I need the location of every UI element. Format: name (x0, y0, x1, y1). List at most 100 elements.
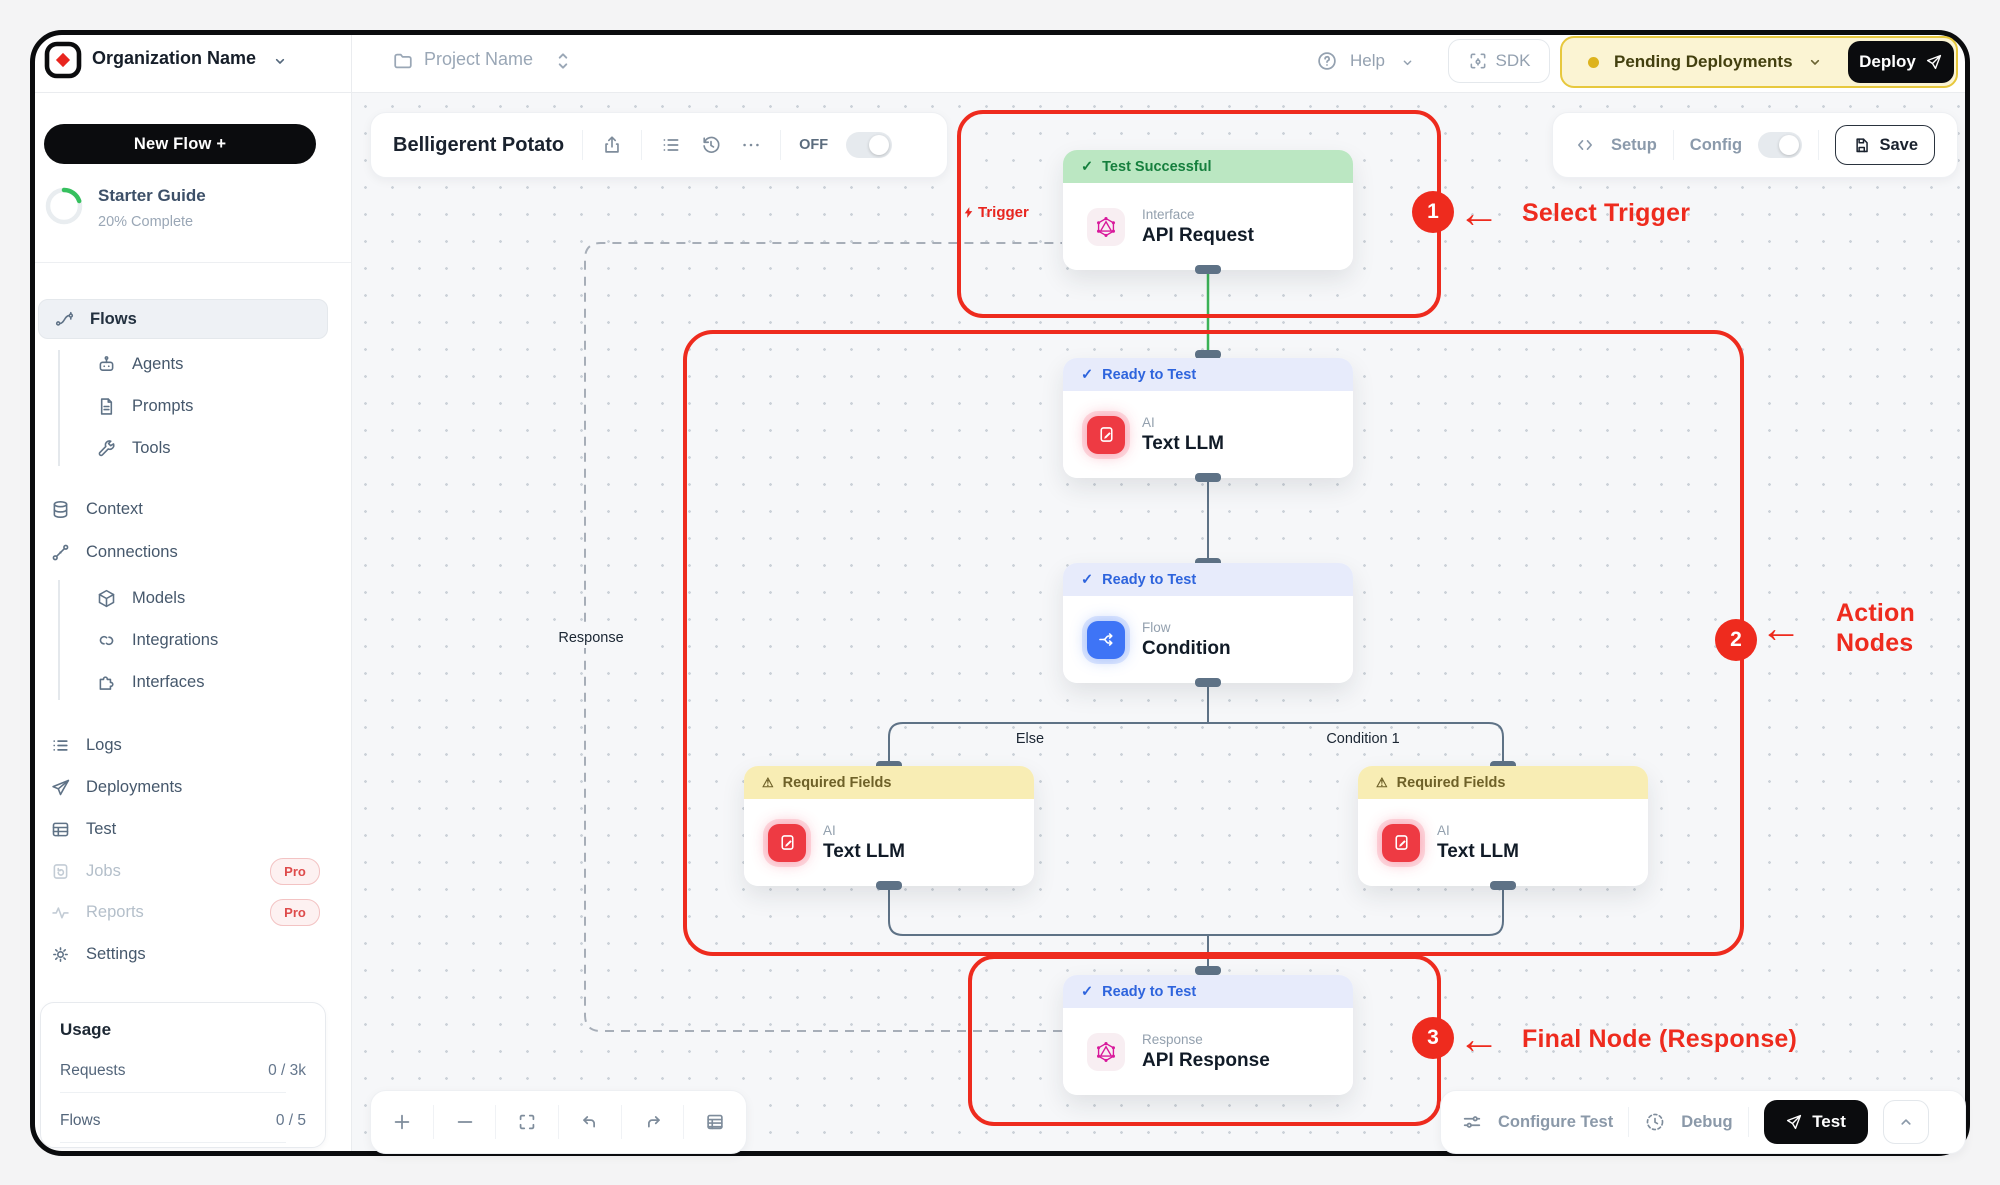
app-window: Organization Name Project Name Help SDK … (0, 0, 2000, 1185)
sidebar-item-label: Logs (86, 736, 122, 755)
node-condition[interactable]: Ready to Test FlowCondition (1063, 563, 1353, 683)
toggle-knob (1779, 135, 1799, 155)
check-icon (1081, 984, 1093, 1000)
sidebar-item-agents[interactable]: Agents (96, 346, 183, 382)
sidebar-item-label: Settings (86, 945, 146, 964)
node-category: Interface (1142, 207, 1254, 222)
node-text-llm-1[interactable]: Ready to Test AIText LLM (1063, 358, 1353, 478)
undo-button[interactable] (559, 1091, 621, 1153)
context-database-icon (50, 499, 71, 520)
sidebar-item-integrations[interactable]: Integrations (96, 622, 218, 658)
sidebar-item-label: Connections (86, 543, 178, 562)
flow-title[interactable]: Belligerent Potato (393, 134, 564, 157)
connector-handle[interactable] (1490, 881, 1516, 890)
sidebar-item-tools[interactable]: Tools (96, 430, 171, 466)
reports-pro-badge: Pro (270, 899, 320, 926)
help-icon[interactable] (1316, 50, 1338, 72)
setup-code-icon (1575, 135, 1595, 155)
connector-handle[interactable] (1195, 265, 1221, 274)
canvas-controls (370, 1090, 747, 1154)
sidebar-item-interfaces[interactable]: Interfaces (96, 664, 204, 700)
starter-guide-title[interactable]: Starter Guide (98, 186, 206, 206)
deployments-icon (50, 777, 71, 798)
models-cube-icon (96, 588, 117, 609)
node-api-request[interactable]: Test Successful Interface API Request (1063, 150, 1353, 270)
node-text-llm-else[interactable]: Required Fields AIText LLM (744, 766, 1034, 886)
test-button[interactable]: Test (1764, 1100, 1868, 1144)
sdk-button[interactable]: SDK (1448, 39, 1550, 83)
agents-icon (96, 354, 117, 375)
starter-guide-progress: 20% Complete (98, 214, 193, 230)
configure-test-label[interactable]: Configure Test (1498, 1113, 1613, 1132)
org-name[interactable]: Organization Name (92, 48, 256, 69)
test-table-icon (50, 819, 71, 840)
node-title: API Response (1142, 1050, 1270, 1072)
condition-branch-label: Condition 1 (1316, 731, 1410, 747)
fit-view-button[interactable] (496, 1091, 558, 1153)
export-icon[interactable] (601, 134, 623, 156)
annotation-number-1: 1 (1412, 191, 1454, 233)
setup-label[interactable]: Setup (1611, 136, 1657, 155)
sidebar-item-test[interactable]: Test (50, 811, 116, 847)
save-file-icon (1852, 136, 1871, 155)
connector-handle[interactable] (876, 881, 902, 890)
sidebar-item-label: Tools (132, 439, 171, 458)
sidebar-item-logs[interactable]: Logs (50, 727, 122, 763)
deploy-send-icon (1925, 53, 1943, 71)
usage-row-value: 0 / 5 (60, 1112, 306, 1130)
setup-config-panel: Setup Config Save (1552, 112, 1958, 178)
project-name[interactable]: Project Name (424, 49, 533, 70)
zoom-in-button[interactable] (371, 1091, 433, 1153)
sidebar-divider (351, 35, 352, 1151)
starter-progress-ring (44, 186, 84, 226)
help-label[interactable]: Help (1350, 51, 1385, 71)
connector-handle[interactable] (1195, 678, 1221, 687)
sidebar-item-models[interactable]: Models (96, 580, 185, 616)
debug-label[interactable]: Debug (1681, 1113, 1732, 1132)
data-table-button[interactable] (684, 1091, 746, 1153)
deploy-button[interactable]: Deploy (1848, 41, 1954, 83)
list-view-icon[interactable] (660, 134, 682, 156)
sidebar-item-connections[interactable]: Connections (50, 534, 178, 570)
sidebar-item-jobs[interactable]: Jobs (50, 853, 121, 889)
new-flow-button[interactable]: New Flow + (44, 124, 316, 164)
node-status-bar: Test Successful (1063, 150, 1353, 183)
sidebar-item-deployments[interactable]: Deployments (50, 769, 182, 805)
flow-enabled-toggle[interactable] (846, 132, 892, 158)
zoom-out-button[interactable] (434, 1091, 496, 1153)
project-switcher-icon[interactable] (553, 49, 573, 73)
org-chevron-down-icon[interactable] (272, 53, 288, 69)
sidebar-item-label: Flows (90, 310, 137, 329)
connector-handle[interactable] (1195, 966, 1221, 975)
node-title: API Request (1142, 225, 1254, 247)
sdk-code-icon (1468, 51, 1488, 71)
config-toggle[interactable] (1758, 132, 1802, 158)
off-label: OFF (799, 137, 828, 153)
arrow-left-icon: ← (1760, 607, 1802, 649)
history-icon[interactable] (700, 134, 722, 156)
connections-subnav-guide (58, 580, 60, 700)
sidebar-item-reports[interactable]: Reports (50, 894, 144, 930)
collapse-panel-button[interactable] (1883, 1100, 1929, 1144)
node-text-llm-condition1[interactable]: Required Fields AIText LLM (1358, 766, 1648, 886)
node-status-bar: Ready to Test (1063, 975, 1353, 1008)
node-category: AI (1437, 823, 1519, 838)
node-api-response[interactable]: Ready to Test ResponseAPI Response (1063, 975, 1353, 1095)
more-options-icon[interactable] (740, 134, 762, 156)
sidebar-item-settings[interactable]: Settings (50, 936, 146, 972)
reports-pulse-icon (50, 902, 71, 923)
divider (1818, 130, 1819, 160)
sidebar-item-label: Context (86, 500, 143, 519)
sidebar-item-prompts[interactable]: Prompts (96, 388, 193, 424)
connector-handle[interactable] (1195, 473, 1221, 482)
node-title: Text LLM (1437, 841, 1519, 863)
help-chevron-down-icon[interactable] (1400, 55, 1415, 70)
node-category: Flow (1142, 620, 1231, 635)
redo-button[interactable] (622, 1091, 684, 1153)
connections-icon (50, 542, 71, 563)
usage-title: Usage (60, 1020, 111, 1040)
sidebar-item-context[interactable]: Context (50, 491, 143, 527)
sidebar-item-label: Reports (86, 903, 144, 922)
save-button[interactable]: Save (1835, 125, 1935, 165)
sidebar-item-flows-content[interactable]: Flows (54, 301, 137, 337)
